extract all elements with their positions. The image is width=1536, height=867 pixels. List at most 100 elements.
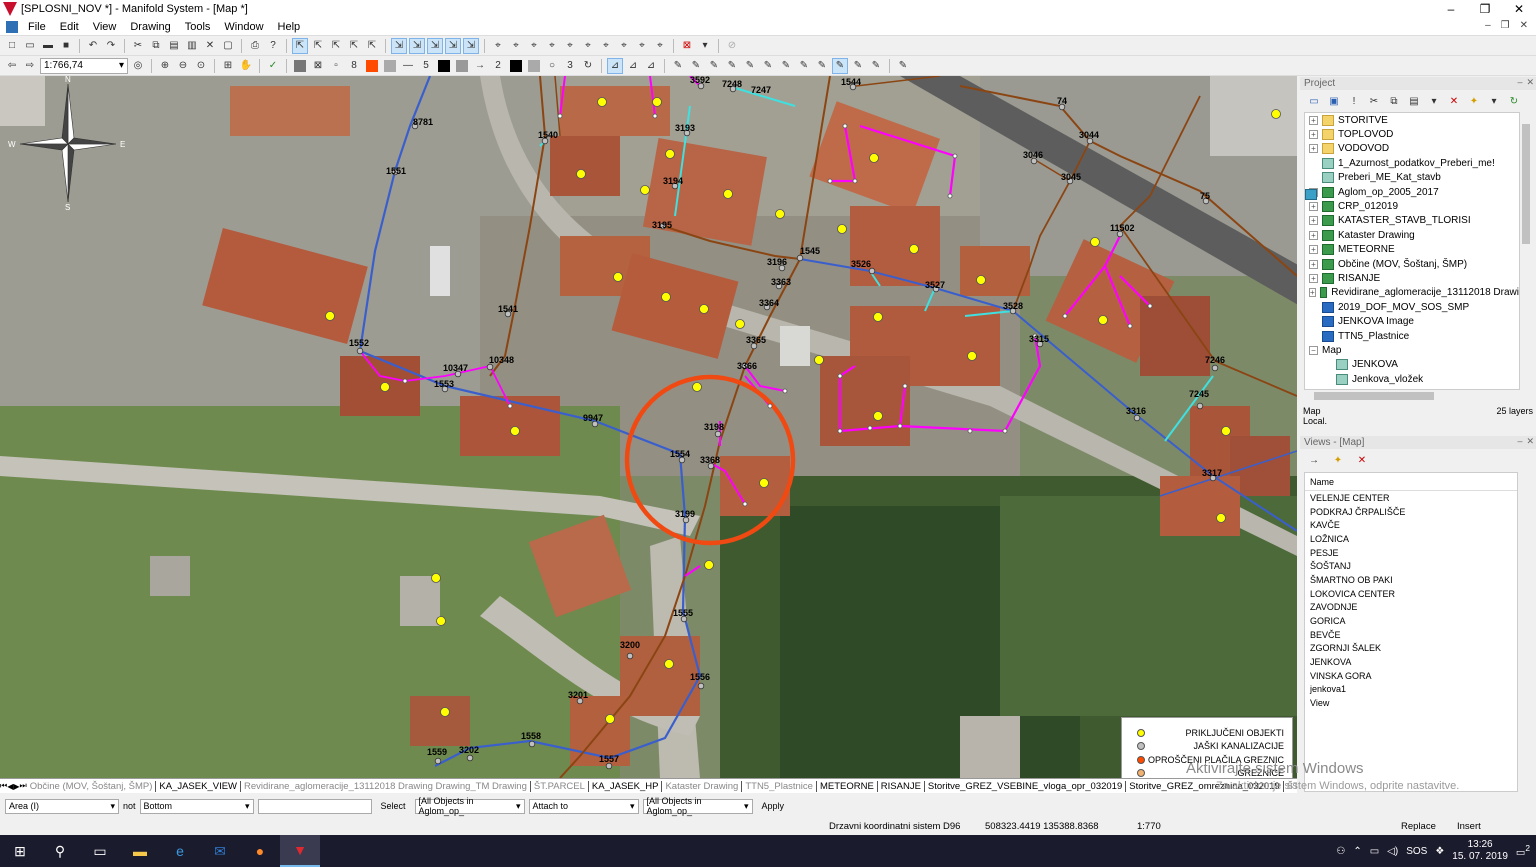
project-tree-item[interactable]: Preberi_ME_Kat_stavb [1305,171,1519,185]
view-item[interactable]: ZAVODNJE [1305,601,1517,615]
layer-tab[interactable]: Revidirane_aglomeracije_13112018 Drawing… [241,780,531,792]
pane-minimize-icon[interactable]: – [1517,77,1522,88]
select-mode-3-icon[interactable]: ⇲ [427,37,443,54]
cut-component-icon[interactable]: ✂ [1366,93,1382,109]
layer-tab[interactable]: ŠT.PARCEL [531,780,589,792]
print-icon[interactable]: ⎙ [247,38,263,54]
tabs-first-icon[interactable]: ⏮ [0,781,7,791]
project-tree-item[interactable]: + KATASTER_STAVB_TLORISI [1305,214,1519,228]
select-mode-4-icon[interactable]: ⇲ [445,37,461,54]
scale-input[interactable]: 1:766,74 ▾ [40,57,128,74]
project-tree-scrollbar[interactable] [1520,112,1532,390]
paste-component-icon[interactable]: ▤ [1406,93,1422,109]
view-item[interactable]: KAVČE [1305,518,1517,532]
edit-tool-9-icon[interactable]: ⌖ [634,38,650,54]
menu-tools[interactable]: Tools [178,21,218,33]
menu-window[interactable]: Window [217,21,270,33]
check-icon[interactable]: ✓ [265,58,281,74]
expand-icon[interactable]: + [1309,115,1318,125]
draw-tool-2-icon[interactable]: ✎ [688,58,704,74]
open-folder-icon[interactable]: ▬ [40,38,56,54]
project-tree-item[interactable]: + TOPLOVOD [1305,127,1519,141]
view-item[interactable]: GORICA [1305,614,1517,628]
expand-icon[interactable]: + [1309,245,1318,255]
tray-expand-icon[interactable]: ⌃ [1353,846,1361,857]
views-pane-close-icon[interactable]: ✕ [1526,436,1534,447]
expand-icon[interactable]: + [1309,230,1318,240]
restore-button[interactable]: ❐ [1468,0,1502,18]
view-item[interactable]: VELENJE CENTER [1305,491,1517,505]
project-tree-item[interactable]: 2019_DOF_MOV_SOS_SMP [1305,300,1519,314]
project-tree-item[interactable]: + Revidirane_aglomeracije_13112018 Drawi [1305,286,1519,300]
mdi-close-icon[interactable]: ✕ [1520,20,1528,31]
snap-icon[interactable]: ⊿ [607,57,623,74]
add-dropdown-icon[interactable]: ▾ [1486,93,1502,109]
view-item[interactable]: BEVČE [1305,628,1517,642]
view-item[interactable]: VINSKA GORA [1305,669,1517,683]
edit-tool-2-icon[interactable]: ⌖ [508,38,524,54]
cut-icon[interactable]: ✂ [130,38,146,54]
outlook-icon[interactable]: ✉ [200,835,240,867]
draw-tool-1-icon[interactable]: ✎ [670,58,686,74]
draw-tool-10-icon[interactable]: ✎ [832,57,848,74]
select-button[interactable]: Select [376,799,411,814]
view-item[interactable]: ŠMARTNO OB PAKI [1305,573,1517,587]
edit-tool-1-icon[interactable]: ⌖ [490,38,506,54]
select-circle-icon[interactable]: ⇱ [364,38,380,54]
select-polygon-icon[interactable]: ⇱ [346,38,362,54]
zoom-selection-icon[interactable]: ⊞ [220,58,236,74]
line-style-icon[interactable]: — [400,58,416,74]
people-icon[interactable]: ⚇ [1336,846,1345,857]
zoom-to-fit-icon[interactable]: ⊙ [193,58,209,74]
paste-dropdown-icon[interactable]: ▾ [1426,93,1442,109]
task-view-icon[interactable]: ▭ [80,835,120,867]
notifications-icon[interactable]: ▭2 [1516,843,1530,858]
map-canvas[interactable]: 8781 1551 1540 3193 3194 3195 7248 7247 1544 74 30… [0,76,1297,778]
mdi-restore-icon[interactable]: ❐ [1501,20,1510,31]
search-icon[interactable]: ⚲ [40,835,80,867]
fill-size[interactable]: 8 [346,58,362,74]
properties-icon[interactable]: ▢ [220,38,236,54]
refresh-icon[interactable]: ↻ [1506,93,1522,109]
back-icon[interactable]: ⇦ [4,58,20,74]
arrow-icon[interactable]: → [472,58,488,74]
select-type-dropdown[interactable]: Area (I) ▾ [5,798,119,814]
edit-tool-8-icon[interactable]: ⌖ [616,38,632,54]
info-icon[interactable]: ! [1346,93,1362,109]
menu-view[interactable]: View [86,21,124,33]
menu-edit[interactable]: Edit [53,21,86,33]
layer-tab[interactable]: RISANJE [878,780,925,792]
draw-tool-13-icon[interactable]: ✎ [895,58,911,74]
menu-file[interactable]: File [21,21,53,33]
draw-tool-12-icon[interactable]: ✎ [868,58,884,74]
layer-tab[interactable]: TTN5_Plastnice [742,780,817,792]
expand-icon[interactable]: + [1309,273,1318,283]
draw-tool-9-icon[interactable]: ✎ [814,58,830,74]
layer-tab[interactable]: Kataster Drawing [662,780,743,792]
select-mode-2-icon[interactable]: ⇲ [409,37,425,54]
edit-tool-5-icon[interactable]: ⌖ [562,38,578,54]
select-tool-icon[interactable]: ⇱ [292,37,308,54]
objects-dropdown-2[interactable]: [All Objects in Aglom_op_ ▾ [642,796,753,816]
open-component-icon[interactable]: ▣ [1326,93,1342,109]
minimize-button[interactable]: – [1434,0,1468,18]
select-box-icon[interactable]: ⇱ [310,38,326,54]
project-tree-hscrollbar[interactable] [1304,390,1520,402]
draw-tool-6-icon[interactable]: ✎ [760,58,776,74]
project-tree-item[interactable]: + VODOVOD [1305,142,1519,156]
line-color-icon[interactable] [436,58,452,74]
project-tree-item[interactable]: + METEORNE [1305,243,1519,257]
open-icon[interactable]: ▭ [22,38,38,54]
map-window-icon[interactable] [6,20,18,33]
rotate-icon[interactable]: ↻ [580,58,596,74]
edge-icon[interactable]: e [160,835,200,867]
mdi-minimize-icon[interactable]: – [1485,20,1491,31]
edit-tool-10-icon[interactable]: ⌖ [652,38,668,54]
view-item[interactable]: LOŽNICA [1305,532,1517,546]
snap-3-icon[interactable]: ⊿ [643,58,659,74]
view-item[interactable]: PODKRAJ ČRPALIŠČE [1305,505,1517,519]
line-pattern-icon[interactable] [454,58,470,74]
expand-icon[interactable]: − [1309,345,1318,355]
project-tree-item[interactable]: − Map [1305,189,1519,357]
start-icon[interactable]: ⊞ [0,835,40,867]
